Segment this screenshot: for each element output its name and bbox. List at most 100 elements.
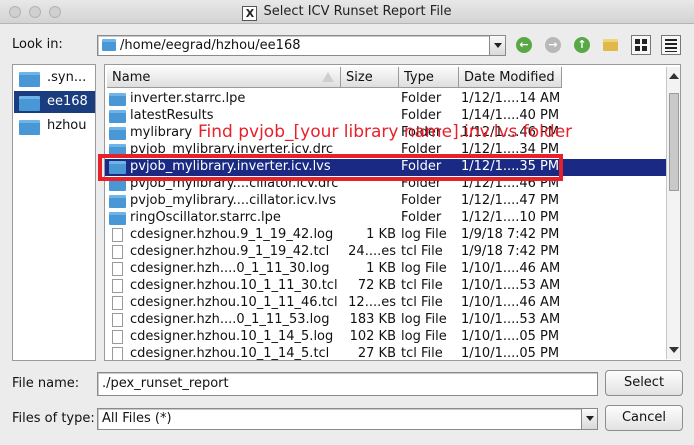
table-row[interactable]: inverter.starrc.lpe Folder 1/12/1....14 AM (105, 91, 666, 108)
list-view-button[interactable] (631, 35, 651, 55)
sidebar-item-label: ee168 (47, 94, 88, 109)
sidebar-item-ee168[interactable]: ee168 (14, 91, 95, 113)
cell-name: cdesigner.hzh....0_1_11_30.log (130, 261, 330, 276)
folder-icon (19, 72, 40, 87)
file-icon (112, 330, 123, 344)
cell-name: cdesigner.hzhou.10_1_14_5.tcl (130, 346, 330, 361)
table-row[interactable]: cdesigner.hzhou.10_1_14_5.log 102 KB log F… (105, 329, 666, 346)
file-name-input[interactable]: ./pex_runset_report (97, 372, 598, 396)
cell-date: 1/10/1....53 AM (461, 278, 561, 293)
cell-size: 1 KB (366, 227, 396, 242)
folder-icon (102, 39, 116, 51)
cell-type: tcl File (401, 278, 443, 293)
chevron-down-icon[interactable] (581, 409, 597, 429)
cell-name: cdesigner.hzhou.10_1_11_30.tcl (130, 278, 338, 293)
look-in-label: Look in: (12, 37, 63, 52)
cell-size: 183 KB (349, 312, 396, 327)
cell-date: 1/9/18 7:42 PM (461, 244, 560, 259)
cell-size: 12....es (348, 295, 396, 310)
forward-icon: → (545, 37, 561, 53)
files-of-type-label: Files of type: (12, 411, 95, 426)
file-icon (112, 262, 123, 276)
cell-type: Folder (401, 210, 442, 225)
folder-icon (19, 96, 40, 111)
cell-name: pvjob_mylibrary....cillator.icv.lvs (130, 193, 337, 208)
new-folder-icon (603, 39, 618, 51)
cell-type: log File (401, 227, 447, 242)
table-row[interactable]: cdesigner.hzhou.10_1_14_5.tcl 27 KB tcl Fi… (105, 346, 666, 361)
chevron-down-icon[interactable] (489, 36, 505, 55)
table-row[interactable]: cdesigner.hzhou.9_1_19_42.tcl 24....es tcl… (105, 244, 666, 261)
folder-icon (109, 127, 126, 140)
x11-app-icon: X (242, 6, 258, 21)
forward-button[interactable]: → (543, 35, 563, 55)
table-row[interactable]: cdesigner.hzh....0_1_11_53.log 183 KB log … (105, 312, 666, 329)
cell-type: Folder (401, 193, 442, 208)
cell-size: 24....es (348, 244, 396, 259)
table-row[interactable]: cdesigner.hzhou.9_1_19_42.log 1 KB log Fil… (105, 227, 666, 244)
scrollbar-thumb[interactable] (669, 93, 679, 191)
look-in-combobox[interactable]: /home/eegrad/hzhou/ee168 (97, 35, 506, 56)
cell-date: 1/12/1....14 AM (461, 91, 561, 106)
detail-view-button[interactable] (661, 35, 681, 55)
file-name-label: File name: (12, 376, 80, 391)
sidebar-item-label: .syn... (47, 70, 87, 85)
cell-name: inverter.starrc.lpe (130, 91, 246, 106)
new-folder-button[interactable] (601, 35, 621, 55)
folder-icon (109, 110, 126, 123)
file-icon (112, 279, 123, 293)
files-of-type-combobox[interactable]: All Files (*) (97, 408, 598, 430)
vertical-scrollbar[interactable] (666, 67, 680, 359)
cell-type: tcl File (401, 244, 443, 259)
title-bar: X Select ICV Runset Report File (0, 0, 694, 24)
cell-name: cdesigner.hzhou.9_1_19_42.log (130, 227, 334, 242)
cell-date: 1/10/1....05 PM (461, 329, 560, 344)
sort-ascending-icon (322, 72, 334, 82)
cell-size: 27 KB (357, 346, 396, 361)
parent-directory-icon: ↑ (574, 37, 590, 53)
column-header-size[interactable]: Size (341, 67, 399, 88)
cancel-button[interactable]: Cancel (605, 405, 683, 431)
cell-name: ringOscillator.starrc.lpe (130, 210, 281, 225)
back-icon: ← (516, 37, 532, 53)
cell-date: 1/12/1....10 PM (461, 210, 560, 225)
cell-date: 1/10/1....46 AM (461, 295, 561, 310)
sidebar-item-label: hzhou (47, 118, 87, 133)
look-in-path: /home/eegrad/hzhou/ee168 (120, 38, 301, 53)
cell-name: latestResults (130, 108, 214, 123)
cell-date: 1/14/1....40 PM (461, 108, 560, 123)
sidebar-item-syn[interactable]: .syn... (14, 67, 95, 89)
parent-directory-button[interactable]: ↑ (572, 35, 592, 55)
column-header-type[interactable]: Type (399, 67, 459, 88)
cell-type: tcl File (401, 295, 443, 310)
table-row[interactable]: cdesigner.hzhou.10_1_11_30.tcl 72 KB tcl F… (105, 278, 666, 295)
cell-name: cdesigner.hzhou.10_1_11_46.tcl (130, 295, 338, 310)
table-row[interactable]: cdesigner.hzh....0_1_11_30.log 1 KB log Fi… (105, 261, 666, 278)
scroll-down-arrow-icon[interactable] (669, 347, 679, 353)
file-icon (112, 347, 123, 360)
file-icon (112, 296, 123, 310)
select-button[interactable]: Select (605, 370, 683, 396)
column-header-name[interactable]: Name (107, 67, 341, 88)
cell-size: 72 KB (357, 278, 396, 293)
cell-name: cdesigner.hzh....0_1_11_53.log (130, 312, 330, 327)
table-row[interactable]: ringOscillator.starrc.lpe Folder 1/12/1...… (105, 210, 666, 227)
cell-date: 1/10/1....46 AM (461, 261, 561, 276)
folder-icon (19, 120, 40, 135)
back-button[interactable]: ← (514, 35, 534, 55)
cell-type: tcl File (401, 346, 443, 361)
folder-icon (109, 212, 126, 225)
column-header-date-modified[interactable]: Date Modified (459, 67, 562, 88)
file-icon (112, 313, 123, 327)
annotation-highlight-box (98, 154, 563, 181)
table-row[interactable]: pvjob_mylibrary....cillator.icv.lvs Folde… (105, 193, 666, 210)
sidebar-item-hzhou[interactable]: hzhou (14, 115, 95, 137)
file-icon (112, 228, 123, 242)
table-row[interactable]: cdesigner.hzhou.10_1_11_46.tcl 12....es tc… (105, 295, 666, 312)
scroll-up-arrow-icon[interactable] (669, 73, 679, 79)
cell-type: log File (401, 312, 447, 327)
cell-date: 1/9/18 7:42 PM (461, 227, 560, 242)
cell-type: Folder (401, 108, 442, 123)
cell-name: cdesigner.hzhou.10_1_14_5.log (130, 329, 334, 344)
cell-type: Folder (401, 91, 442, 106)
